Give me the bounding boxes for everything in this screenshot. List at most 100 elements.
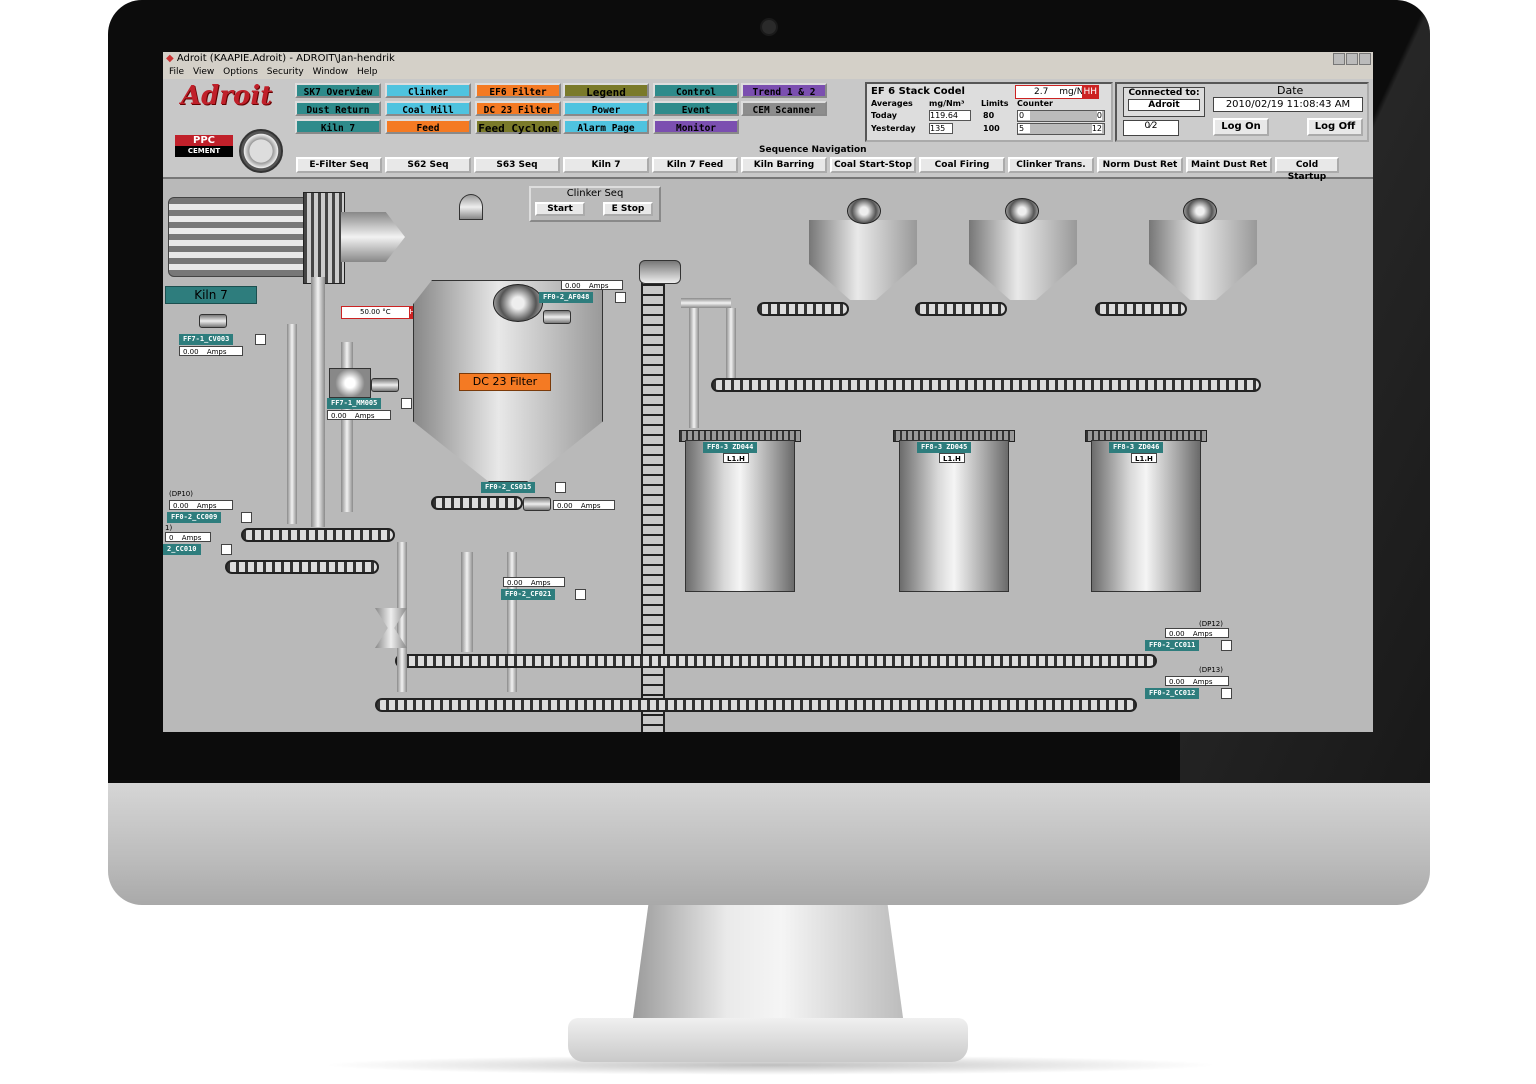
lower-chain-conveyor-1 [395,654,1157,668]
seq-clinker-trans[interactable]: Clinker Trans. [1008,157,1094,173]
nav-legend[interactable]: Legend [563,83,649,99]
cc009-checkbox[interactable] [241,512,252,523]
scada-screen: ◆ Adroit (KAAPIE.Adroit) - ADROIT\Jan-he… [163,52,1373,732]
menu-help[interactable]: Help [357,66,378,79]
seq-kiln-7-feed[interactable]: Kiln 7 Feed [652,157,738,173]
menu-security[interactable]: Security [267,66,304,79]
seq-kiln-7[interactable]: Kiln 7 [563,157,649,173]
nav-trend[interactable]: Trend 1 & 2 [741,83,827,98]
stack-reading: 2.7 mg/N HH [1015,85,1099,99]
cc009-amps: 0.00 Amps [169,500,233,510]
nav-dc23-filter[interactable]: DC 23 Filter [475,101,561,116]
kiln-burner [341,212,405,262]
menu-options[interactable]: Options [223,66,258,79]
elevator-down-left [689,308,699,428]
seq-norm-dust-ret[interactable]: Norm Dust Ret [1097,157,1183,173]
zd044-tag[interactable]: FF8-3 ZD044 [703,442,758,453]
seq-maint-dust-ret[interactable]: Maint Dust Ret [1186,157,1272,173]
zd045-tag[interactable]: FF8-3 ZD045 [917,442,972,453]
menu-window[interactable]: Window [313,66,349,79]
cc012-checkbox[interactable] [1221,688,1232,699]
monitor-stand [632,905,904,1025]
nav-cem-scanner[interactable]: CEM Scanner [741,101,827,116]
cv003-motor-icon [199,314,227,328]
close-button[interactable] [1359,53,1371,65]
dp11-label: 1) [165,524,173,532]
screw-2 [915,302,1007,316]
mm005-tag[interactable]: FF7-1_MM005 [327,398,382,409]
cc011-amps: 0.00 Amps [1165,628,1229,638]
nav-sk7-overview[interactable]: SK7 Overview [295,83,381,98]
connection-panel: Connected to: Adroit 0⁄2 Date 2010/02/19… [1115,82,1369,142]
log-off-button[interactable]: Log Off [1307,118,1363,136]
nav-ef6-filter[interactable]: EF6 Filter [475,83,561,98]
menu-bar: File View Options Security Window Help [163,66,1373,79]
minimize-button[interactable] [1333,53,1345,65]
cv003-tag[interactable]: FF7-1_CV003 [179,334,234,345]
cc009-conveyor [241,528,395,542]
nav-coal-mill[interactable]: Coal Mill [385,101,471,116]
nav-feed[interactable]: Feed [385,119,471,134]
nav-alarm-page[interactable]: Alarm Page [563,119,649,134]
seq-e-filter[interactable]: E-Filter Seq [296,157,382,173]
cc010-checkbox[interactable] [221,544,232,555]
nav-event[interactable]: Event [653,101,739,116]
af048-checkbox[interactable] [615,292,626,303]
connected-server: Adroit [1128,99,1200,111]
clinker-seq-panel: Clinker Seq Start E Stop [529,186,661,222]
cc009-tag[interactable]: FF0-2_CC009 [167,512,222,523]
cf021-checkbox[interactable] [575,589,586,600]
cs015-tag[interactable]: FF0-2_CS015 [481,482,536,493]
nav-kiln-7[interactable]: Kiln 7 [295,119,381,134]
stack-panel: EF 6 Stack Codel 2.7 mg/N HH Averages mg… [865,82,1113,142]
zd046-level: L1.H [1131,453,1157,463]
cc012-amps: 0.00 Amps [1165,676,1229,686]
clinker-start-button[interactable]: Start [535,202,585,216]
nav-control[interactable]: Control [653,83,739,98]
cs015-checkbox[interactable] [555,482,566,493]
cf021-downpipe [461,552,473,652]
stack-title: EF 6 Stack Codel [871,86,965,97]
nav-feed-cyclone[interactable]: Feed Cyclone [475,119,561,135]
kiln-7-label[interactable]: Kiln 7 [165,286,257,304]
maximize-button[interactable] [1346,53,1358,65]
seq-s63[interactable]: S63 Seq [474,157,560,173]
cc011-tag[interactable]: FF0-2_CC011 [1145,640,1200,651]
today-limit: 80 [983,111,995,120]
nav-dust-return[interactable]: Dust Return [295,101,381,116]
menu-file[interactable]: File [169,66,184,79]
cc012-tag[interactable]: FF0-2_CC012 [1145,688,1200,699]
cc010-tag[interactable]: 2_CC010 [163,544,201,555]
seq-kiln-barring[interactable]: Kiln Barring [741,157,827,173]
nav-power[interactable]: Power [563,101,649,116]
menu-view[interactable]: View [193,66,214,79]
log-on-button[interactable]: Log On [1213,118,1269,136]
zd046-tag[interactable]: FF8-3 ZD046 [1109,442,1164,453]
nav-clinker[interactable]: Clinker [385,83,471,98]
connected-label: Connected to: [1128,88,1200,98]
mm005-amps: 0.00 Amps [327,410,391,420]
seq-coal-start-stop[interactable]: Coal Start-Stop [830,157,916,173]
mm005-checkbox[interactable] [401,398,412,409]
seq-cold-startup[interactable]: Cold Startup [1275,157,1339,182]
af048-fan-icon [493,284,543,322]
nav-monitor[interactable]: Monitor [653,119,739,134]
date-label: Date [1277,84,1304,97]
seq-s62[interactable]: S62 Seq [385,157,471,173]
kiln-body [168,197,310,277]
cc011-checkbox[interactable] [1221,640,1232,651]
col-mg: mg/Nm³ [929,99,965,108]
dc23-filter-label[interactable]: DC 23 Filter [459,373,551,391]
cf021-tag[interactable]: FF0-2_CF021 [501,589,556,600]
af048-tag[interactable]: FF0-2_AF048 [539,292,594,303]
clinker-seq-title: Clinker Seq [566,188,624,199]
col-limits: Limits [981,99,1009,108]
dp13-label: (DP13) [1199,666,1223,674]
zd045-level: L1.H [939,453,965,463]
seq-coal-firing[interactable]: Coal Firing [919,157,1005,173]
clinker-estop-button[interactable]: E Stop [603,202,653,216]
cv003-checkbox[interactable] [255,334,266,345]
cv003-pipe [287,324,297,524]
hopper-3 [1149,220,1257,300]
cc010-amps: 0 Amps [165,532,211,542]
